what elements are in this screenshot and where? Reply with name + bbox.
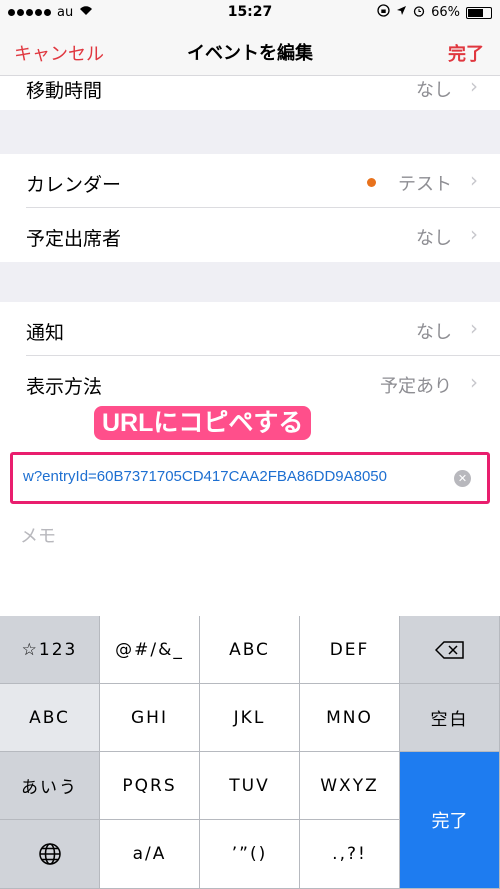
space-key[interactable]: 空白 — [400, 684, 500, 752]
navigation-bar: キャンセル イベントを編集 完了 — [0, 26, 500, 76]
invitees-label: 予定出席者 — [26, 228, 122, 250]
clear-icon[interactable]: ✕ — [454, 470, 471, 487]
done-button[interactable]: 完了 — [448, 40, 484, 66]
chevron-right-icon: › — [470, 222, 478, 246]
alert-label: 通知 — [26, 322, 65, 344]
chevron-right-icon: › — [470, 168, 478, 192]
page-title: イベントを編集 — [187, 43, 313, 64]
chevron-right-icon: › — [470, 316, 478, 340]
battery-percent: 66% — [431, 5, 460, 20]
battery-icon — [466, 6, 492, 19]
alarm-icon — [413, 5, 425, 21]
calendar-value: テスト — [398, 174, 452, 195]
key-kana[interactable]: あいう — [0, 752, 100, 820]
status-bar: au 15:27 66% — [0, 0, 500, 26]
travel-time-label: 移動時間 — [26, 80, 103, 102]
key-tuv[interactable]: TUV — [200, 752, 300, 820]
key-case-toggle[interactable]: a/A — [100, 820, 200, 889]
status-right: 66% — [377, 4, 492, 21]
url-field[interactable]: w?entryId=60B7371705CD417CAA2FBA86DD9A80… — [10, 452, 490, 504]
chevron-right-icon: › — [470, 74, 478, 98]
key-jkl[interactable]: JKL — [200, 684, 300, 752]
row-travel-time[interactable]: 移動時間 なし › — [0, 74, 500, 110]
calendar-label: カレンダー — [26, 174, 122, 196]
backspace-button[interactable] — [400, 616, 500, 684]
key-def[interactable]: DEF — [300, 616, 400, 684]
orientation-lock-icon — [377, 4, 390, 21]
travel-time-value: なし — [416, 80, 452, 101]
row-invitees[interactable]: 予定出席者 なし › — [0, 208, 500, 262]
key-numbers[interactable]: ☆123 — [0, 616, 100, 684]
notes-field[interactable]: メモ — [20, 522, 56, 548]
chevron-right-icon: › — [470, 370, 478, 394]
keyboard-done-button[interactable]: 完了 — [400, 752, 500, 889]
invitees-value: なし — [416, 228, 452, 249]
key-pqrs[interactable]: PQRS — [100, 752, 200, 820]
keyboard: ☆123 @#/&_ ABC DEF ABC GHI JKL MNO 空白 あい… — [0, 616, 500, 889]
show-as-label: 表示方法 — [26, 376, 103, 398]
key-abc-mode[interactable]: ABC — [0, 684, 100, 752]
calendar-color-dot — [367, 178, 376, 187]
globe-button[interactable] — [0, 820, 100, 889]
globe-icon — [38, 843, 61, 865]
alert-value: なし — [416, 322, 452, 343]
key-punctuation[interactable]: .,?! — [300, 820, 400, 889]
key-abc-letters[interactable]: ABC — [200, 616, 300, 684]
url-field-value: w?entryId=60B7371705CD417CAA2FBA86DD9A80… — [23, 468, 387, 485]
row-show-as[interactable]: 表示方法 予定あり › — [0, 356, 500, 410]
key-quotes[interactable]: ’”() — [200, 820, 300, 889]
row-alert[interactable]: 通知 なし › — [0, 302, 500, 356]
callout-annotation: URLにコピペする — [94, 406, 312, 440]
key-ghi[interactable]: GHI — [100, 684, 200, 752]
backspace-icon — [434, 640, 464, 659]
row-calendar[interactable]: カレンダー テスト › — [0, 154, 500, 208]
location-icon — [396, 5, 407, 20]
key-mno[interactable]: MNO — [300, 684, 400, 752]
key-symbols[interactable]: @#/&_ — [100, 616, 200, 684]
show-as-value: 予定あり — [380, 376, 452, 397]
key-wxyz[interactable]: WXYZ — [300, 752, 400, 820]
